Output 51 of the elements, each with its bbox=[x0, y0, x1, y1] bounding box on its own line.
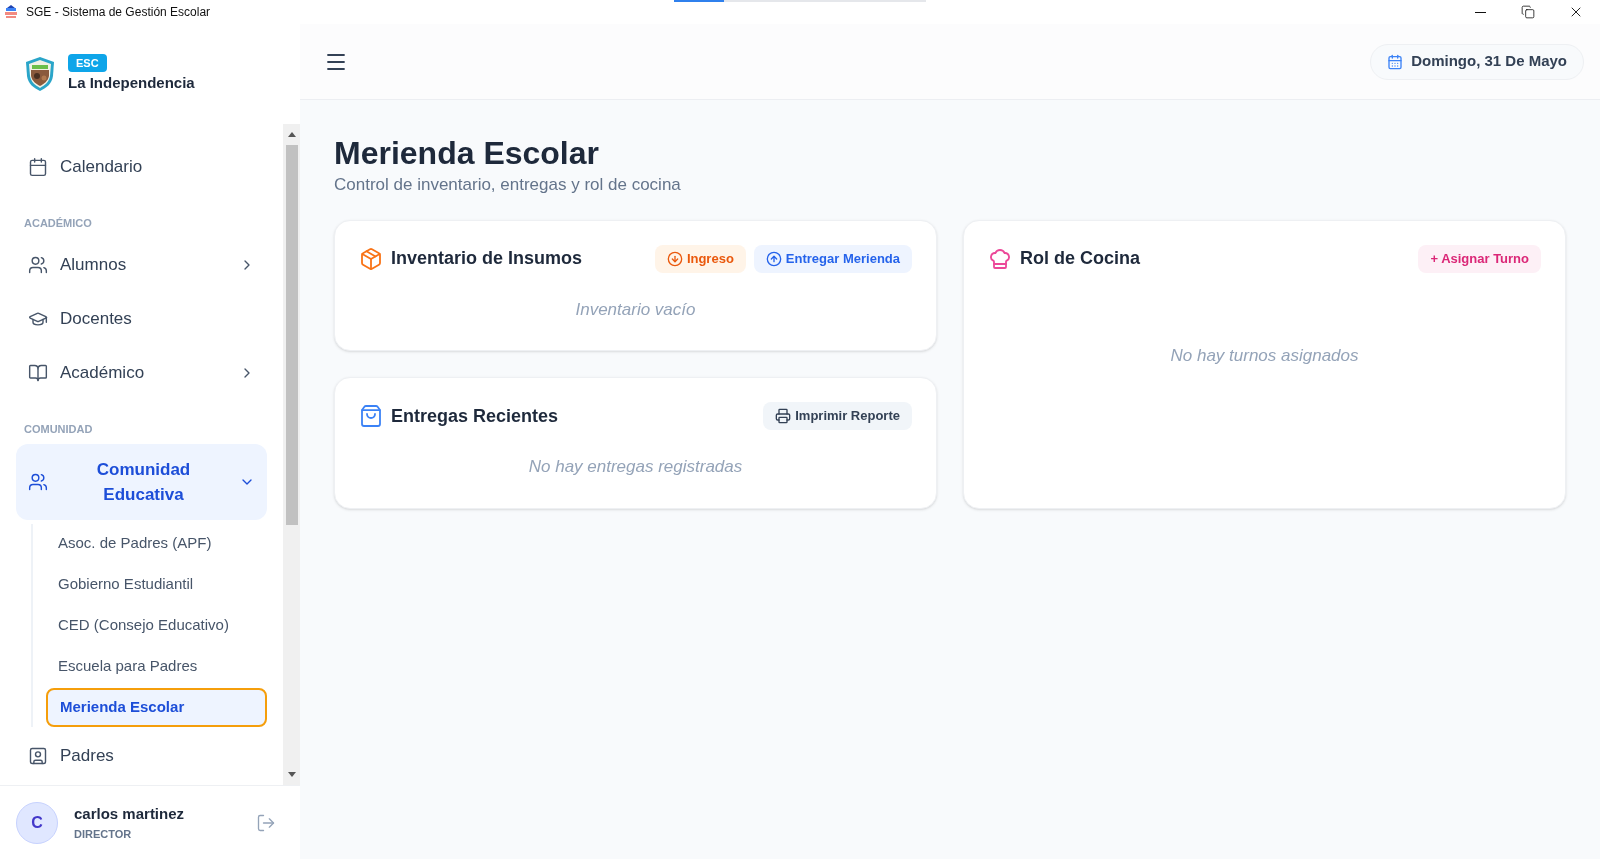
printer-icon bbox=[775, 408, 792, 424]
sub-nav-item[interactable]: Merienda Escolar bbox=[46, 688, 267, 727]
empty-message: Inventario vacío bbox=[575, 299, 696, 319]
school-crest-drawing bbox=[24, 56, 56, 92]
card-title: Entregas Recientes bbox=[391, 404, 560, 428]
section-heading: ACADÉMICO bbox=[24, 217, 92, 229]
app-icon bbox=[4, 5, 18, 19]
arrow-up-circle-icon bbox=[765, 250, 782, 267]
users-icon bbox=[28, 255, 48, 275]
school-badge: ESC bbox=[68, 53, 107, 72]
logout-icon[interactable] bbox=[256, 812, 276, 833]
nav-item[interactable]: Padres bbox=[16, 729, 267, 783]
sub-nav-item[interactable]: Gobierno Estudiantil bbox=[46, 565, 267, 604]
action-button[interactable]: + Asignar Turno bbox=[1418, 244, 1541, 273]
nav-item[interactable]: Calendario bbox=[16, 140, 267, 194]
user-name: carlos martinez bbox=[74, 804, 186, 824]
page-title: Merienda Escolar bbox=[334, 134, 600, 172]
users-icon bbox=[28, 472, 48, 492]
user-role: DIRECTOR bbox=[74, 826, 133, 842]
empty-message: No hay entregas registradas bbox=[528, 457, 743, 476]
nav-item[interactable]: Comunidad Educativa bbox=[16, 444, 267, 520]
scroll-down-icon[interactable] bbox=[287, 772, 296, 777]
sub-nav-item[interactable]: Asoc. de Padres (APF) bbox=[46, 524, 267, 563]
contact-icon bbox=[28, 746, 48, 766]
school-name: La Independencia bbox=[68, 72, 195, 93]
section-heading: COMUNIDAD bbox=[24, 423, 93, 435]
restore-icon bbox=[1521, 5, 1535, 19]
window-title: SGE - Sistema de Gestión Escolar bbox=[26, 4, 211, 21]
minimize-icon bbox=[1474, 11, 1486, 13]
book-icon bbox=[28, 363, 48, 383]
card-title: Rol de Cocina bbox=[1020, 247, 1141, 270]
nav-item[interactable]: Alumnos bbox=[16, 238, 267, 292]
nav-item[interactable]: Docentes bbox=[16, 292, 267, 346]
date-text: Domingo, 31 De Mayo bbox=[1411, 51, 1567, 72]
arrow-down-circle-icon bbox=[666, 250, 683, 267]
scroll-thumb[interactable] bbox=[285, 145, 298, 525]
calendar-icon bbox=[1387, 53, 1404, 70]
shopping-bag-icon bbox=[359, 404, 383, 428]
calendar-icon bbox=[28, 157, 48, 177]
sub-nav-item[interactable]: Escuela para Padres bbox=[46, 647, 267, 686]
empty-message: No hay turnos asignados bbox=[1170, 345, 1359, 365]
card-title: Inventario de Insumos bbox=[391, 247, 584, 270]
user-avatar: C bbox=[16, 801, 58, 844]
scroll-up-icon[interactable] bbox=[287, 132, 296, 137]
page-subtitle: Control de inventario, entregas y rol de cocina bbox=[334, 174, 682, 196]
action-button[interactable]: Entregar Merienda bbox=[753, 244, 912, 273]
sub-nav-item[interactable]: CED (Consejo Educativo) bbox=[46, 606, 267, 645]
nav-item[interactable]: Académico bbox=[16, 346, 267, 400]
chef-hat-icon bbox=[988, 246, 1012, 271]
package-icon bbox=[359, 246, 383, 271]
action-button[interactable]: Imprimir Reporte bbox=[763, 402, 912, 430]
